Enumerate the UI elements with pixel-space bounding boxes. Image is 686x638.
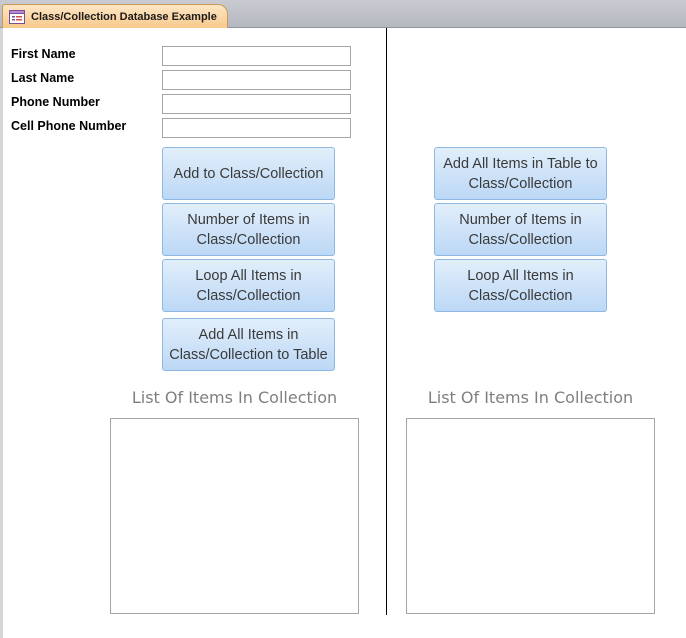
phone-number-input[interactable] — [162, 94, 351, 114]
first-name-input[interactable] — [162, 46, 351, 66]
vertical-divider-line — [386, 28, 387, 615]
left-collection-listbox[interactable] — [110, 418, 359, 614]
last-name-input[interactable] — [162, 70, 351, 90]
add-table-to-collection-button[interactable]: Add All Items in Table to Class/Collecti… — [434, 147, 607, 200]
tab-title: Class/Collection Database Example — [31, 10, 217, 23]
right-collection-listbox[interactable] — [406, 418, 655, 614]
loop-collection-items-button-right[interactable]: Loop All Items in Class/Collection — [434, 259, 607, 312]
left-list-title: List Of Items In Collection — [131, 388, 338, 407]
document-tab-bar: Class/Collection Database Example — [0, 0, 686, 28]
last-name-label: Last Name — [11, 71, 75, 85]
add-to-collection-button[interactable]: Add to Class/Collection — [162, 147, 335, 200]
form-left-border — [0, 28, 3, 638]
document-tab[interactable]: Class/Collection Database Example — [2, 4, 228, 28]
cell-phone-number-label: Cell Phone Number — [11, 119, 127, 133]
form-icon — [9, 9, 25, 24]
phone-number-label: Phone Number — [11, 95, 100, 109]
add-collection-to-table-button[interactable]: Add All Items in Class/Collection to Tab… — [162, 318, 335, 371]
count-collection-items-button-right[interactable]: Number of Items in Class/Collection — [434, 203, 607, 256]
count-collection-items-button[interactable]: Number of Items in Class/Collection — [162, 203, 335, 256]
right-list-title: List Of Items In Collection — [427, 388, 634, 407]
first-name-label: First Name — [11, 47, 76, 61]
cell-phone-number-input[interactable] — [162, 118, 351, 138]
loop-collection-items-button[interactable]: Loop All Items in Class/Collection — [162, 259, 335, 312]
